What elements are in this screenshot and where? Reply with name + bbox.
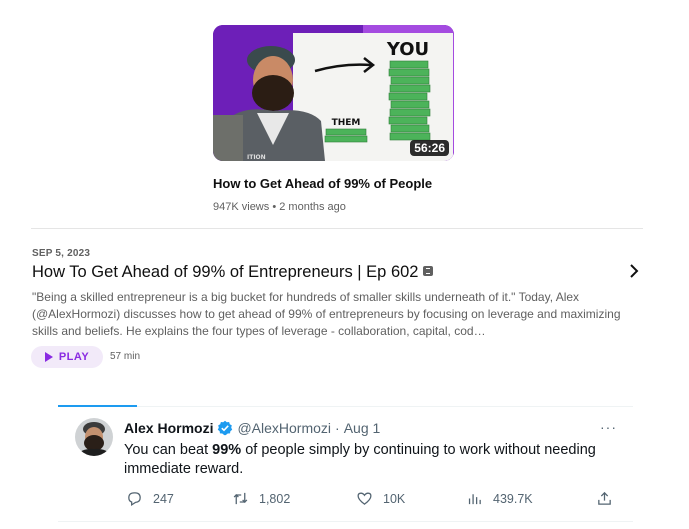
tweet-header: Alex Hormozi @AlexHormozi · Aug 1 [124,420,380,436]
tweet-dot: · [335,420,340,436]
explicit-badge-icon [423,266,434,276]
video-views: 947K views [213,201,270,213]
analytics-icon [468,494,481,505]
episode-duration: 57 min [110,351,141,362]
retweet-icon [233,492,248,505]
tweet-handle[interactable]: @AlexHormozi [237,420,331,436]
avatar[interactable] [75,418,113,456]
tweet-border-top [58,406,633,407]
video-age: 2 months ago [279,201,346,213]
views-count: 439.7K [493,491,533,506]
more-options-icon[interactable]: ··· [600,419,617,435]
like-count: 10K [383,491,406,506]
tweet-accent-bar [58,405,137,407]
video-thumbnail[interactable]: YOU THEM ITION 56:26 [213,25,454,161]
heart-icon [357,492,372,505]
share-button[interactable] [596,490,613,507]
video-title[interactable]: How to Get Ahead of 99% of People [213,176,432,191]
meta-separator: • [272,201,277,213]
tweet-border-bottom [58,521,633,522]
tweet-text-before: You can beat [124,442,213,458]
play-button[interactable]: PLAY [31,346,103,368]
episode-title[interactable]: How To Get Ahead of 99% of Entrepreneurs… [32,263,418,281]
video-meta: 947K views • 2 months ago [213,201,346,213]
tweet-author-name[interactable]: Alex Hormozi [124,420,213,436]
views-button[interactable]: 439.7K [466,490,533,507]
tweet-text: You can beat 99% of people simply by con… [124,441,624,479]
play-label: PLAY [58,351,90,363]
episode-date: SEP 5, 2023 [32,248,91,259]
tweet-text-bold: 99% [212,442,242,458]
tweet-date[interactable]: Aug 1 [344,420,381,436]
video-duration: 56:26 [410,140,449,156]
like-button[interactable]: 10K [356,490,405,507]
reply-count: 247 [153,491,174,506]
chevron-right-icon[interactable] [628,262,640,285]
reply-button[interactable]: 247 [126,490,174,507]
retweet-count: 1,802 [259,491,291,506]
reply-icon [128,492,141,507]
share-icon [598,491,611,505]
episode-title-row[interactable]: How To Get Ahead of 99% of Entrepreneurs… [32,263,434,282]
thumbnail-text-them: THEM [332,118,361,128]
verified-badge-icon [218,420,233,436]
thumbnail-text-you: YOU [386,39,429,60]
divider [31,228,643,229]
episode-description: "Being a skilled entrepreneur is a big b… [32,290,621,338]
retweet-button[interactable]: 1,802 [232,490,290,507]
play-icon [44,352,53,362]
thumbnail-shirt-text: ITION [247,154,266,161]
